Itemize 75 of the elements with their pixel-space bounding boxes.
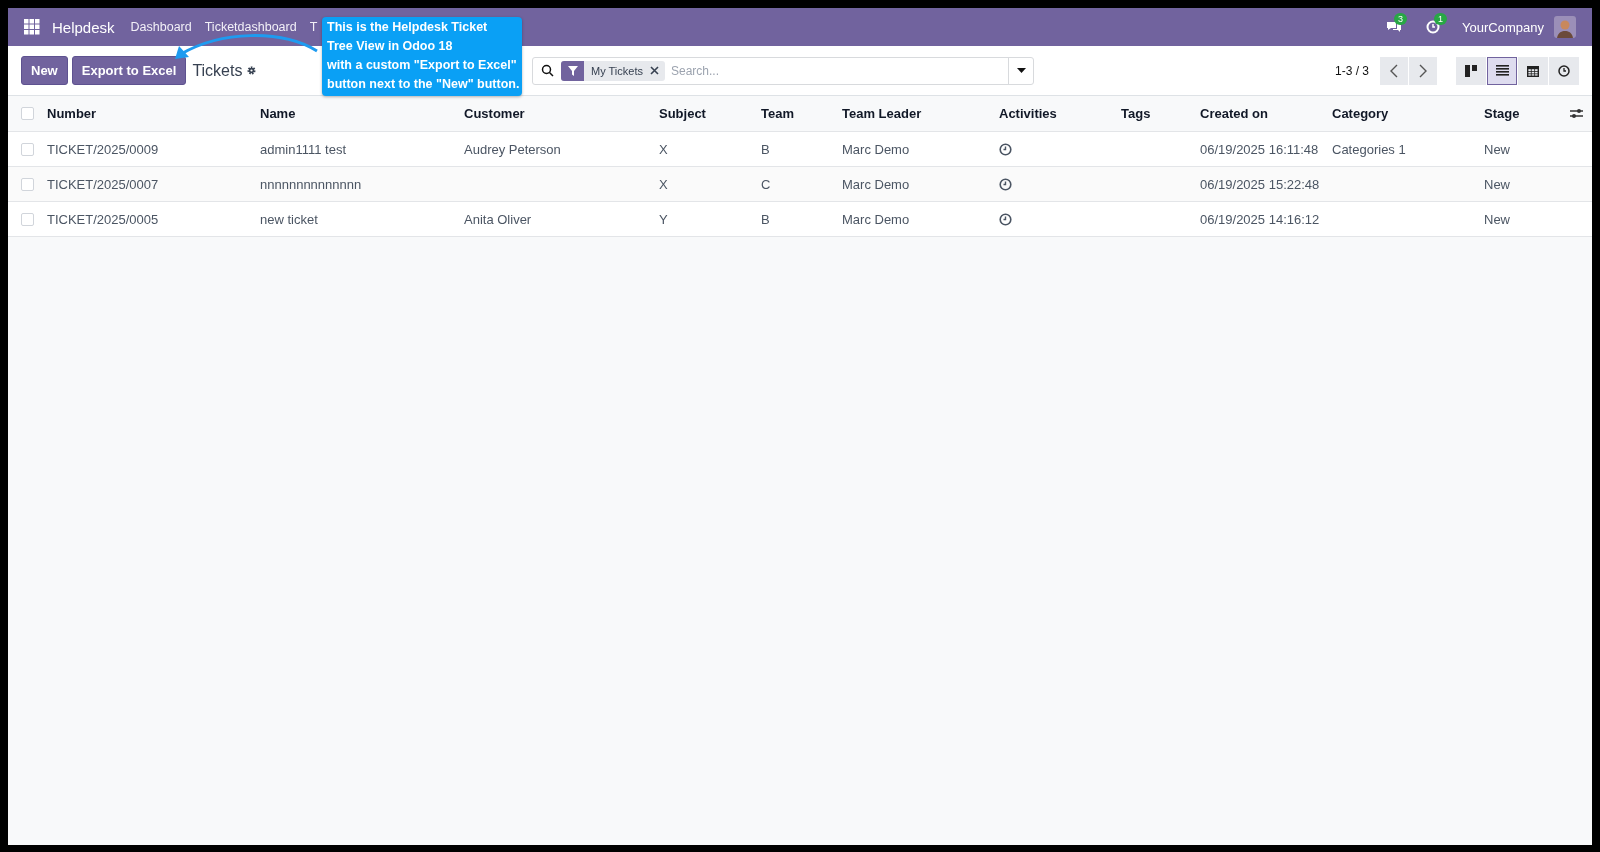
table-cell: C xyxy=(761,176,771,192)
search-icon xyxy=(541,64,554,77)
table-cell: New xyxy=(1484,176,1510,192)
search-bar[interactable]: My Tickets Search... xyxy=(532,56,1034,85)
table-cell: admin1111 test xyxy=(260,141,346,157)
table-cell: Categories 1 xyxy=(1332,141,1406,157)
column-header[interactable]: Number xyxy=(47,106,260,121)
column-header[interactable]: Team Leader xyxy=(842,106,999,121)
apps-menu-icon[interactable] xyxy=(24,19,40,35)
clock-icon[interactable] xyxy=(999,212,1012,226)
table-cell: Anita Oliver xyxy=(464,211,532,227)
column-header[interactable]: Customer xyxy=(464,106,659,121)
clock-icon[interactable] xyxy=(999,142,1012,156)
table-cell: Marc Demo xyxy=(842,176,910,192)
filter-icon xyxy=(567,65,578,76)
table-cell: nnnnnnnnnnnnnn xyxy=(260,176,362,192)
table-cell: Audrey Peterson xyxy=(464,141,561,157)
column-header[interactable]: Category xyxy=(1332,106,1484,121)
chat-icon xyxy=(1386,20,1403,34)
table-cell: 06/19/2025 16:11:48 xyxy=(1200,141,1319,157)
sliders-icon[interactable] xyxy=(1569,108,1583,119)
facet-label: My Tickets xyxy=(590,64,644,77)
count-badge: 1 xyxy=(1434,13,1448,25)
action-button[interactable]: New xyxy=(21,56,68,85)
avatar-icon[interactable] xyxy=(1554,16,1576,38)
table-cell: new ticket xyxy=(260,211,318,227)
table-cell: TICKET/2025/0009 xyxy=(47,141,159,157)
table-cell: New xyxy=(1484,141,1510,157)
column-header[interactable]: Subject xyxy=(659,106,761,121)
column-header[interactable]: Team xyxy=(761,106,842,121)
table-cell: Marc Demo xyxy=(842,141,910,157)
kanban-icon xyxy=(1464,64,1478,77)
view-switch-button[interactable] xyxy=(1487,56,1517,85)
table-cell: 06/19/2025 15:22:48 xyxy=(1200,176,1320,192)
breadcrumb-title: Tickets xyxy=(192,61,243,80)
menu-item[interactable]: Ticketdashboard xyxy=(204,20,297,34)
gear-icon[interactable] xyxy=(246,65,258,76)
pager-text: 1-3 / 3 xyxy=(1334,63,1369,78)
previous-button[interactable] xyxy=(1380,56,1408,85)
table-cell: X xyxy=(659,176,668,192)
column-header[interactable]: Activities xyxy=(999,106,1121,121)
column-header[interactable]: Name xyxy=(260,106,464,121)
table-cell: Y xyxy=(659,211,668,227)
clock-icon xyxy=(1426,20,1441,34)
list-icon xyxy=(1495,65,1509,76)
table-cell: New xyxy=(1484,211,1510,227)
chevron-right-icon xyxy=(1419,63,1427,78)
company-name[interactable]: YourCompany xyxy=(1462,19,1544,35)
calendar-icon xyxy=(1527,64,1539,77)
column-header[interactable]: Created on xyxy=(1200,106,1332,121)
table-cell: X xyxy=(659,141,668,157)
menu-item[interactable]: Dashboard xyxy=(130,20,192,34)
table-cell: Marc Demo xyxy=(842,211,910,227)
clock-icon[interactable] xyxy=(999,177,1012,191)
filter-facet[interactable]: My Tickets xyxy=(561,60,665,81)
table-cell: TICKET/2025/0007 xyxy=(47,176,159,192)
table-cell: B xyxy=(761,141,770,157)
caret-icon[interactable] xyxy=(1016,68,1026,73)
count-badge: 3 xyxy=(1394,13,1408,25)
column-header[interactable]: Tags xyxy=(1121,106,1200,121)
table-cell: B xyxy=(761,211,770,227)
action-button[interactable]: Export to Excel xyxy=(71,56,187,85)
select-all-checkbox[interactable] xyxy=(21,107,34,120)
column-header[interactable]: Stage xyxy=(1484,106,1560,121)
row-checkbox[interactable] xyxy=(21,177,34,191)
chevron-left-icon xyxy=(1390,63,1398,78)
table-cell: TICKET/2025/0005 xyxy=(47,211,159,227)
annotation-callout: This is the Helpdesk Ticket Tree View in Odoo 18 with a custom "Export to Excel" button next to the "New" button. xyxy=(322,17,522,96)
table-cell: 06/19/2025 14:16:12 xyxy=(1200,211,1320,227)
clock-icon xyxy=(1558,64,1570,77)
close-icon[interactable] xyxy=(649,66,659,75)
menu-item[interactable]: T xyxy=(309,20,318,34)
row-checkbox[interactable] xyxy=(21,142,34,156)
app-name[interactable]: Helpdesk xyxy=(52,18,115,36)
row-checkbox[interactable] xyxy=(21,212,34,226)
